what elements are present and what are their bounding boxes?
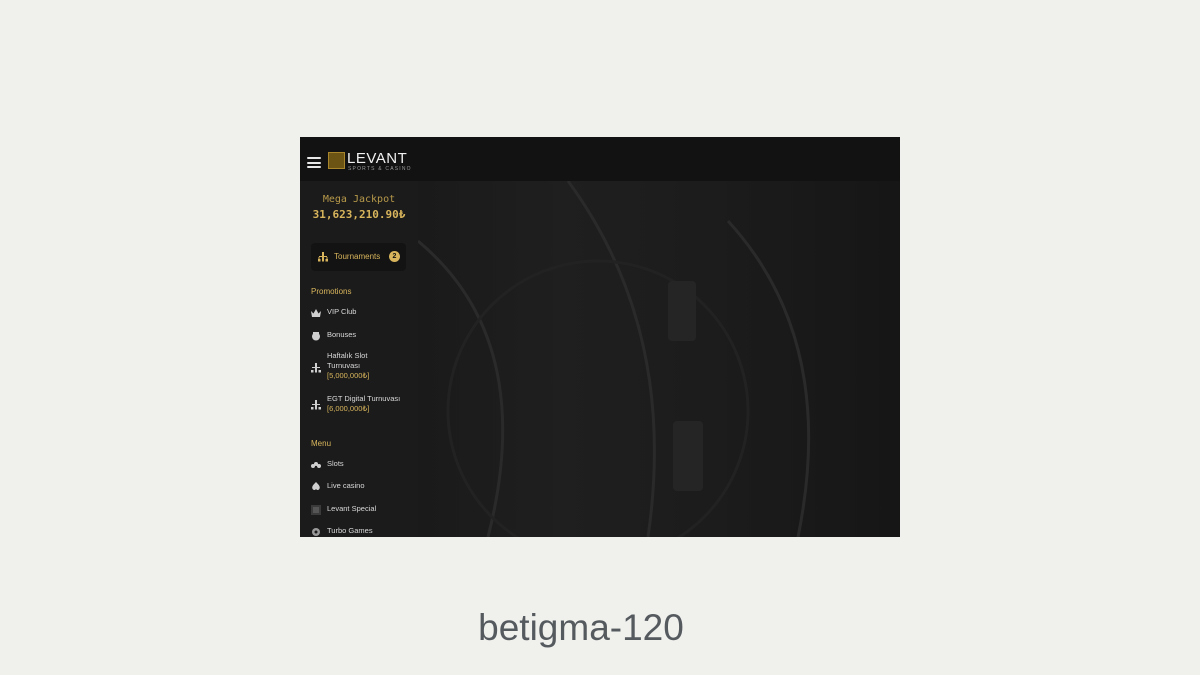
tournament-icon: [311, 363, 321, 373]
gift-icon: [312, 332, 320, 341]
image-caption: betigma-120: [478, 607, 684, 648]
sidebar-item-label: Bonuses: [327, 330, 357, 339]
top-bar: LEVANT SPORTS & CASINO: [300, 137, 900, 181]
sidebar-item-label: Haftalık Slot Turnuvası [5,000,000₺]: [327, 351, 387, 381]
crown-icon: [311, 309, 321, 317]
tournaments-count-badge: 2: [389, 251, 400, 262]
sidebar-item-live-casino[interactable]: Live casino: [311, 481, 415, 493]
spade-icon: [312, 482, 320, 491]
sidebar-item-label: Live casino: [327, 481, 365, 490]
tournament-icon: [318, 252, 328, 262]
tournament-icon: [311, 400, 321, 410]
menu-title: Menu: [311, 439, 332, 448]
sidebar-item-egt-digital-turnuvasi[interactable]: EGT Digital Turnuvası [6,000,000₺]: [311, 394, 415, 416]
slots-icon: [311, 462, 321, 468]
sidebar-item-vip-club[interactable]: VIP Club: [311, 307, 415, 319]
logo-text[interactable]: LEVANT: [347, 150, 407, 167]
tournament-prize: [5,000,000₺]: [327, 371, 370, 380]
hero-background: [418, 181, 900, 537]
sidebar-item-label: EGT Digital Turnuvası [6,000,000₺]: [327, 394, 417, 414]
sidebar-item-label: Turbo Games: [327, 526, 373, 535]
hamburger-menu-icon[interactable]: [307, 157, 321, 168]
tournament-name: Haftalık Slot Turnuvası: [327, 351, 368, 370]
sidebar-item-levant-special[interactable]: Levant Special: [311, 504, 415, 516]
turbo-icon: [312, 528, 320, 536]
jackpot-amount: 31,623,210.90₺: [312, 208, 406, 221]
sidebar: Mega Jackpot 31,623,210.90₺ Tournaments …: [300, 181, 418, 537]
sidebar-item-slots[interactable]: Slots: [311, 459, 415, 471]
tournaments-button[interactable]: Tournaments 2: [311, 243, 406, 271]
levant-logo-icon[interactable]: [328, 152, 345, 169]
sidebar-item-label: Slots: [327, 459, 344, 468]
sidebar-item-label: Levant Special: [327, 504, 377, 513]
tournament-prize: [6,000,000₺]: [327, 404, 370, 413]
promotions-title: Promotions: [311, 287, 352, 296]
sidebar-item-label: VIP Club: [327, 307, 357, 316]
screenshot-frame: LEVANT SPORTS & CASINO Mega Jackpot 31,6…: [300, 137, 900, 537]
jackpot-title: Mega Jackpot: [322, 194, 396, 205]
levant-special-icon: [311, 505, 321, 515]
tournament-name: EGT Digital Turnuvası: [327, 394, 401, 403]
sidebar-item-turbo-games[interactable]: Turbo Games: [311, 526, 415, 537]
sidebar-item-haftalik-slot-turnuvasi[interactable]: Haftalık Slot Turnuvası [5,000,000₺]: [311, 351, 415, 385]
sidebar-item-bonuses[interactable]: Bonuses: [311, 330, 415, 342]
roulette-wheel-decoration: [418, 181, 811, 537]
logo-subtitle: SPORTS & CASINO: [348, 166, 412, 172]
tournaments-label: Tournaments: [334, 252, 381, 261]
